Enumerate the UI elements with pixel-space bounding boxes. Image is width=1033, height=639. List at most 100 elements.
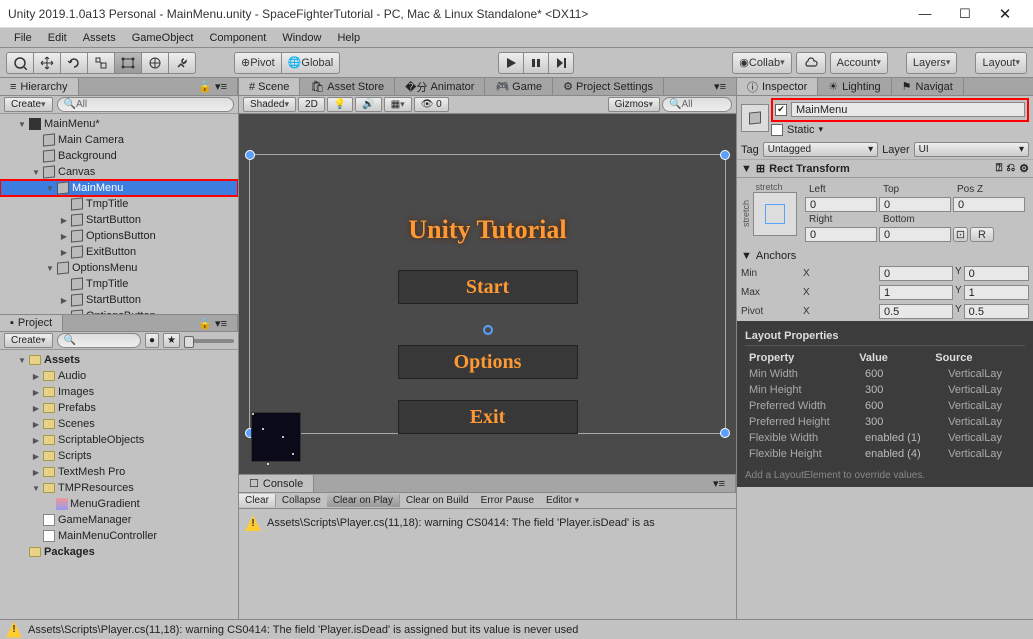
hand-tool[interactable] <box>6 52 33 74</box>
hierarchy-item[interactable]: ▼Canvas <box>0 164 238 180</box>
minimize-button[interactable]: — <box>905 0 945 28</box>
console-warning-row[interactable]: ! Assets\Scripts\Player.cs(11,18): warni… <box>243 513 732 533</box>
posz-field[interactable]: 0 <box>953 197 1025 212</box>
tab-game[interactable]: 🎮 Game <box>485 78 553 95</box>
project-item[interactable]: ▶Scripts <box>0 448 238 464</box>
project-tab[interactable]: ▪ Project <box>0 315 63 331</box>
project-item[interactable]: GameManager <box>0 512 238 528</box>
pivot-y[interactable]: 0.5 <box>964 304 1029 319</box>
left-field[interactable]: 0 <box>805 197 877 212</box>
project-item[interactable]: MenuGradient <box>0 496 238 512</box>
menu-assets[interactable]: Assets <box>75 30 124 46</box>
project-item[interactable]: Packages <box>0 544 238 560</box>
hierarchy-item[interactable]: ▶StartButton <box>0 292 238 308</box>
project-search[interactable]: 🔍 <box>57 333 141 348</box>
cloud-button[interactable] <box>796 52 826 74</box>
transform-tool[interactable] <box>141 52 168 74</box>
rect-tool[interactable] <box>114 52 141 74</box>
layers-dropdown[interactable]: Layers <box>906 52 958 74</box>
project-item[interactable]: ▶Scenes <box>0 416 238 432</box>
project-item[interactable]: ▶TextMesh Pro <box>0 464 238 480</box>
console-collapse[interactable]: Collapse <box>276 494 327 507</box>
custom-tool[interactable] <box>168 52 196 74</box>
tab-project-settings[interactable]: ⚙ Project Settings <box>553 78 664 95</box>
pivot-x[interactable]: 0.5 <box>879 304 953 319</box>
hierarchy-search[interactable]: 🔍 All <box>57 97 234 112</box>
toggle-lighting-icon[interactable]: 💡 <box>327 97 353 112</box>
menu-window[interactable]: Window <box>274 30 329 46</box>
scene-menu[interactable]: ▾≡ <box>704 78 736 95</box>
account-dropdown[interactable]: Account <box>830 52 888 74</box>
menu-file[interactable]: File <box>6 30 40 46</box>
console-editor[interactable]: Editor <box>540 494 585 507</box>
mode-2d[interactable]: 2D <box>298 97 325 112</box>
project-tree[interactable]: ▼Assets▶Audio▶Images▶Prefabs▶Scenes▶Scri… <box>0 350 238 619</box>
anchor-max-x[interactable]: 1 <box>879 285 953 300</box>
anchors-label[interactable]: Anchors <box>756 250 796 262</box>
hierarchy-tab[interactable]: ≡ Hierarchy <box>0 78 79 95</box>
tab-asset-store[interactable]: 🛍 Asset Store <box>300 78 395 95</box>
component-preset-icon[interactable]: ⎌ <box>1006 162 1015 175</box>
menu-component[interactable]: Component <box>201 30 274 46</box>
step-button[interactable] <box>548 52 574 74</box>
collab-dropdown[interactable]: ◉ Collab <box>732 52 791 74</box>
toggle-audio-icon[interactable]: 🔊 <box>355 97 381 112</box>
scale-tool[interactable] <box>87 52 114 74</box>
global-toggle[interactable]: 🌐 Global <box>281 52 341 74</box>
project-lock[interactable]: 🔒 ▾≡ <box>188 315 238 331</box>
project-size-slider[interactable] <box>184 339 234 343</box>
project-filter-icons[interactable]: ● <box>145 333 159 348</box>
console-clear-on-build[interactable]: Clear on Build <box>400 494 475 507</box>
layer-dropdown[interactable]: UI▾ <box>914 142 1029 157</box>
hierarchy-lock[interactable]: 🔒 ▾≡ <box>188 78 238 95</box>
console-menu[interactable]: ▾≡ <box>703 475 736 492</box>
raw-edit-button[interactable]: R <box>970 227 994 242</box>
hierarchy-item[interactable]: ▶ExitButton <box>0 244 238 260</box>
console-body[interactable]: ! Assets\Scripts\Player.cs(11,18): warni… <box>239 509 736 619</box>
anchor-min-y[interactable]: 0 <box>964 266 1029 281</box>
hierarchy-item[interactable]: ▶StartButton <box>0 212 238 228</box>
project-item[interactable]: ▼Assets <box>0 352 238 368</box>
project-item[interactable]: ▶Prefabs <box>0 400 238 416</box>
anchor-preset-button[interactable] <box>753 192 797 236</box>
pivot-toggle[interactable]: ⊕ Pivot <box>234 52 281 74</box>
scene-view[interactable]: Unity Tutorial Start Options Exit <box>239 114 736 474</box>
toggle-hidden-icon[interactable]: 👁 0 <box>414 97 449 112</box>
toggle-fx-icon[interactable]: ▦ <box>384 97 412 112</box>
play-button[interactable] <box>498 52 523 74</box>
object-enabled-checkbox[interactable]: ✔ <box>775 104 787 116</box>
anchor-min-x[interactable]: 0 <box>879 266 953 281</box>
hierarchy-item[interactable]: ▼MainMenu <box>0 180 238 196</box>
tag-dropdown[interactable]: Untagged▾ <box>763 142 878 157</box>
project-item[interactable]: ▶Images <box>0 384 238 400</box>
console-tab[interactable]: ☐ Console <box>239 475 314 492</box>
scene-search[interactable]: 🔍 All <box>662 97 732 112</box>
tab-animator[interactable]: �分 Animator <box>395 78 485 95</box>
tab-scene[interactable]: # Scene <box>239 78 300 95</box>
close-button[interactable]: ✕ <box>985 0 1025 28</box>
hierarchy-item[interactable]: Main Camera <box>0 132 238 148</box>
hierarchy-item[interactable]: ▼OptionsMenu <box>0 260 238 276</box>
handle-top-left[interactable] <box>245 150 255 160</box>
component-menu-icon[interactable]: ⚙ <box>1019 162 1029 175</box>
hierarchy-create[interactable]: Create <box>4 97 53 112</box>
hierarchy-item[interactable]: TmpTitle <box>0 196 238 212</box>
blueprint-mode-icon[interactable]: ⊡ <box>953 227 968 242</box>
bottom-field[interactable]: 0 <box>879 227 951 242</box>
menu-gameobject[interactable]: GameObject <box>124 30 202 46</box>
navigation-tab[interactable]: ⚑ Navigat <box>892 78 964 95</box>
project-create[interactable]: Create <box>4 333 53 348</box>
hierarchy-item[interactable]: ▼MainMenu* <box>0 116 238 132</box>
hierarchy-item[interactable]: Background <box>0 148 238 164</box>
project-filter-star[interactable]: ★ <box>163 333 180 348</box>
console-error-pause[interactable]: Error Pause <box>475 494 540 507</box>
top-field[interactable]: 0 <box>879 197 951 212</box>
menu-help[interactable]: Help <box>329 30 368 46</box>
gizmos-dropdown[interactable]: Gizmos <box>608 97 660 112</box>
hierarchy-tree[interactable]: ▼MainMenu*Main CameraBackground▼Canvas▼M… <box>0 114 238 314</box>
scene-selection-rect[interactable]: Unity Tutorial Start Options Exit <box>249 154 726 434</box>
handle-bottom-right[interactable] <box>720 428 730 438</box>
rect-transform-header[interactable]: ▼ ⊞ Rect Transform ⍰ ⎌ ⚙ <box>737 159 1033 178</box>
pause-button[interactable] <box>523 52 548 74</box>
project-item[interactable]: ▼TMPResources <box>0 480 238 496</box>
